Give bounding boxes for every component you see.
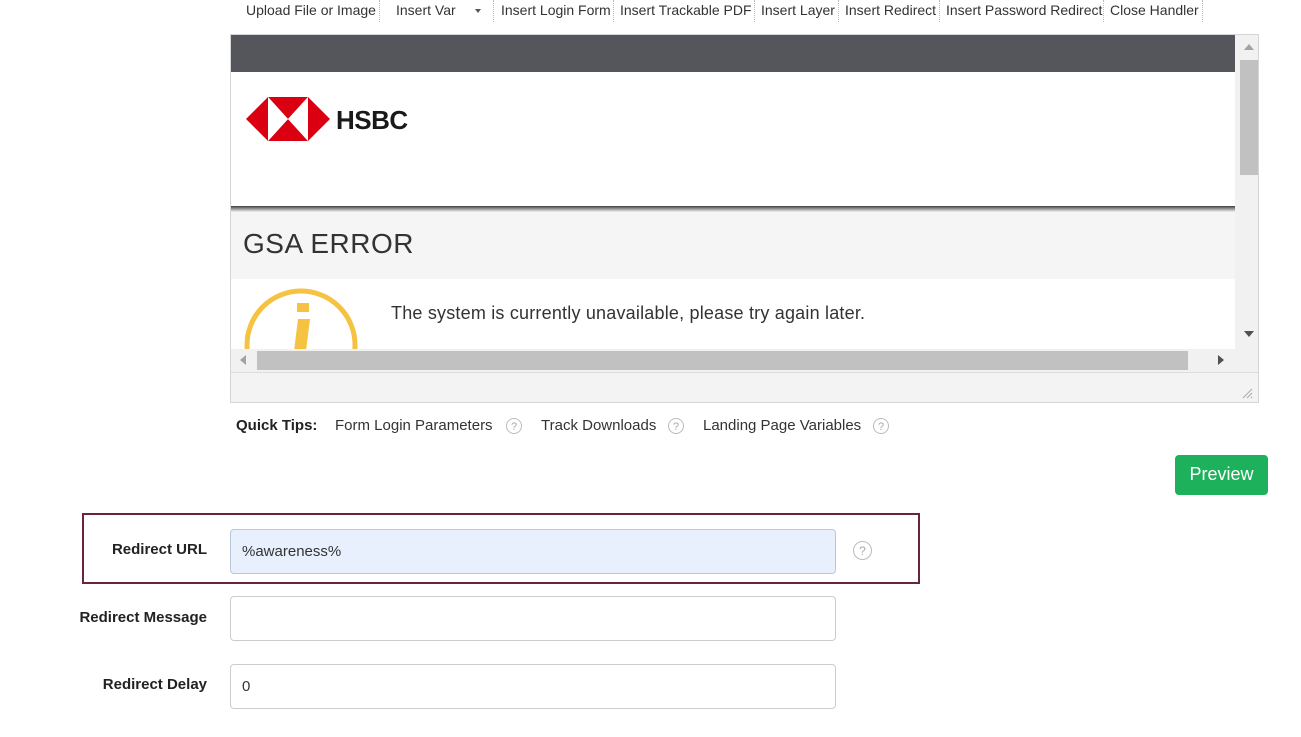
landing-page-variables-link[interactable]: Landing Page Variables <box>703 417 861 434</box>
page-banner <box>231 35 1235 72</box>
toolbar-separator <box>1103 0 1104 22</box>
toolbar-separator <box>379 0 380 22</box>
editor-toolbar: Upload File or Image Insert Var Insert L… <box>232 0 1232 22</box>
redirect-delay-input[interactable] <box>230 664 836 709</box>
editor-content[interactable]: HSBC GSA ERROR The system is currently u… <box>231 35 1235 349</box>
toolbar-separator <box>1202 0 1203 22</box>
redirect-message-input[interactable] <box>230 596 836 641</box>
scroll-left-icon[interactable] <box>240 355 246 365</box>
toolbar-separator <box>754 0 755 22</box>
quick-tips-label: Quick Tips: <box>236 417 318 434</box>
html-editor[interactable]: HSBC GSA ERROR The system is currently u… <box>230 34 1259 403</box>
logo-text: HSBC <box>336 105 408 135</box>
info-icon <box>244 288 358 349</box>
redirect-url-label: Redirect URL <box>111 541 207 558</box>
error-title: GSA ERROR <box>243 228 414 259</box>
vertical-scrollbar[interactable] <box>1235 35 1258 349</box>
insert-trackable-pdf-button[interactable]: Insert Trackable PDF <box>620 0 752 22</box>
help-icon[interactable]: ? <box>873 418 889 434</box>
preview-button[interactable]: Preview <box>1175 455 1268 495</box>
scroll-right-icon[interactable] <box>1218 355 1224 365</box>
insert-login-form-button[interactable]: Insert Login Form <box>501 0 611 22</box>
resize-handle-icon[interactable] <box>1241 387 1253 399</box>
help-icon[interactable]: ? <box>853 541 872 560</box>
insert-layer-button[interactable]: Insert Layer <box>761 0 835 22</box>
scroll-up-icon[interactable] <box>1244 44 1254 50</box>
redirect-url-input[interactable] <box>230 529 836 574</box>
insert-redirect-button[interactable]: Insert Redirect <box>845 0 936 22</box>
redirect-message-label: Redirect Message <box>79 609 207 626</box>
help-icon[interactable]: ? <box>668 418 684 434</box>
track-downloads-link[interactable]: Track Downloads <box>541 417 656 434</box>
horizontal-scroll-thumb[interactable] <box>257 351 1188 370</box>
horizontal-scrollbar[interactable] <box>231 349 1258 372</box>
toolbar-separator <box>838 0 839 22</box>
logo-area: HSBC <box>231 72 1235 206</box>
insert-var-dropdown[interactable]: Insert Var <box>396 0 456 22</box>
editor-statusbar <box>231 372 1258 402</box>
help-icon[interactable]: ? <box>506 418 522 434</box>
toolbar-separator <box>493 0 494 22</box>
chevron-down-icon[interactable] <box>475 9 481 13</box>
close-handler-button[interactable]: Close Handler <box>1110 0 1199 22</box>
vertical-scroll-thumb[interactable] <box>1240 60 1258 175</box>
redirect-delay-label: Redirect Delay <box>102 676 207 693</box>
toolbar-separator <box>939 0 940 22</box>
upload-file-button[interactable]: Upload File or Image <box>246 0 376 22</box>
hsbc-logo-icon <box>246 97 330 141</box>
toolbar-separator <box>613 0 614 22</box>
insert-password-redirect-button[interactable]: Insert Password Redirect <box>946 0 1102 22</box>
scroll-down-icon[interactable] <box>1244 331 1254 337</box>
form-login-parameters-link[interactable]: Form Login Parameters <box>335 417 493 434</box>
error-message: The system is currently unavailable, ple… <box>391 303 866 323</box>
